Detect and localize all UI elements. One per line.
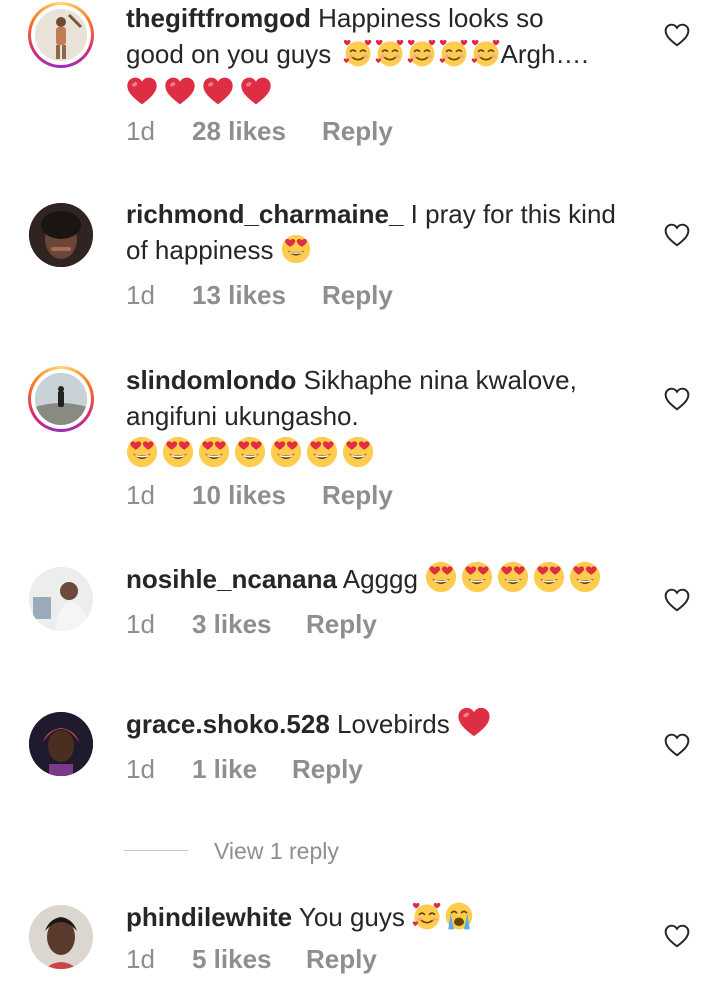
avatar[interactable] xyxy=(28,904,94,970)
like-heart-icon[interactable] xyxy=(664,924,690,948)
heart-eyes-emoji xyxy=(306,436,338,468)
smiling-hearts-emoji xyxy=(439,38,469,68)
comment-meta: 1d 1 like Reply xyxy=(126,754,363,785)
reply-button[interactable]: Reply xyxy=(306,609,377,640)
red-heart-emoji xyxy=(164,76,196,106)
red-heart-emoji xyxy=(202,76,234,106)
comment-text: Sikhaphe nina kwalove, xyxy=(303,365,577,395)
comment-body: phindilewhite You guys xyxy=(126,899,646,935)
crying-emoji xyxy=(444,901,474,931)
heart-eyes-emoji xyxy=(126,436,158,468)
like-heart-icon[interactable] xyxy=(664,23,690,47)
comment-time: 1d xyxy=(126,116,155,146)
comment-username[interactable]: grace.shoko.528 xyxy=(126,709,330,739)
avatar[interactable] xyxy=(28,2,94,68)
avatar[interactable] xyxy=(28,202,94,268)
like-heart-icon[interactable] xyxy=(664,588,690,612)
heart-eyes-emoji xyxy=(162,436,194,468)
smiling-hearts-emoji xyxy=(407,38,437,68)
comment-meta: 1d 5 likes Reply xyxy=(126,944,377,975)
heart-eyes-emoji xyxy=(533,561,565,593)
view-replies-label[interactable]: View 1 reply xyxy=(214,838,339,865)
comment-likes[interactable]: 5 likes xyxy=(192,944,306,975)
red-heart-emoji xyxy=(126,76,158,106)
comment-username[interactable]: nosihle_ncanana xyxy=(126,564,337,594)
comment-text: Happiness looks so xyxy=(318,3,544,33)
comment-body: grace.shoko.528 Lovebirds xyxy=(126,706,646,742)
comment-meta: 1d 28 likes Reply xyxy=(126,116,393,147)
comment-body: slindomlondo Sikhaphe nina kwalove, angi… xyxy=(126,362,646,472)
red-heart-emoji xyxy=(240,76,272,106)
comment-username[interactable]: slindomlondo xyxy=(126,365,296,395)
comment-username[interactable]: phindilewhite xyxy=(126,902,292,932)
heart-eyes-emoji xyxy=(569,561,601,593)
comment-username[interactable]: richmond_charmaine_ xyxy=(126,199,403,229)
comment-text: You guys xyxy=(298,902,405,932)
like-heart-icon[interactable] xyxy=(664,387,690,411)
reply-button[interactable]: Reply xyxy=(306,944,377,975)
comment-item: thegiftfromgod Happiness looks so good o… xyxy=(0,0,720,160)
comment-body: nosihle_ncanana Agggg xyxy=(126,561,646,597)
divider-line xyxy=(124,850,188,851)
comment-item: slindomlondo Sikhaphe nina kwalove, angi… xyxy=(0,362,720,522)
comment-body: thegiftfromgod Happiness looks so good o… xyxy=(126,0,646,110)
comment-item: grace.shoko.528 Lovebirds 1d 1 like Reply xyxy=(0,706,720,796)
comment-username[interactable]: thegiftfromgod xyxy=(126,3,311,33)
comment-meta: 1d 13 likes Reply xyxy=(126,280,393,311)
heart-eyes-emoji xyxy=(342,436,374,468)
reply-button[interactable]: Reply xyxy=(322,116,393,147)
comment-text: I pray for this kind xyxy=(410,199,616,229)
like-heart-icon[interactable] xyxy=(664,223,690,247)
red-heart-emoji xyxy=(457,706,491,738)
avatar[interactable] xyxy=(28,566,94,632)
comment-body: richmond_charmaine_ I pray for this kind… xyxy=(126,196,646,268)
comment-time: 1d xyxy=(126,944,155,974)
comment-time: 1d xyxy=(126,754,155,784)
avatar[interactable] xyxy=(28,711,94,777)
comment-likes[interactable]: 28 likes xyxy=(192,116,322,147)
comment-item: nosihle_ncanana Agggg 1d 3 likes Reply xyxy=(0,561,720,651)
comment-likes[interactable]: 13 likes xyxy=(192,280,322,311)
comment-text: of happiness xyxy=(126,235,274,265)
heart-eyes-emoji xyxy=(281,234,311,264)
reply-button[interactable]: Reply xyxy=(322,280,393,311)
comment-likes[interactable]: 10 likes xyxy=(192,480,322,511)
smiling-hearts-emoji xyxy=(375,38,405,68)
heart-eyes-emoji xyxy=(497,561,529,593)
comment-time: 1d xyxy=(126,609,155,639)
comment-text: Lovebirds xyxy=(337,709,450,739)
reply-button[interactable]: Reply xyxy=(292,754,363,785)
smiling-hearts-emoji xyxy=(471,38,501,68)
comment-time: 1d xyxy=(126,480,155,510)
heart-eyes-emoji xyxy=(198,436,230,468)
reply-button[interactable]: Reply xyxy=(322,480,393,511)
heart-eyes-emoji xyxy=(234,436,266,468)
avatar[interactable] xyxy=(28,366,94,432)
comment-text: good on you guys xyxy=(126,39,332,69)
heart-eyes-emoji xyxy=(425,561,457,593)
heart-eyes-emoji xyxy=(461,561,493,593)
comment-time: 1d xyxy=(126,280,155,310)
comment-text: Argh…. xyxy=(500,39,589,69)
smiling-hearts-emoji xyxy=(412,901,442,931)
comment-item: phindilewhite You guys 1d 5 likes Reply xyxy=(0,899,720,995)
heart-eyes-emoji xyxy=(270,436,302,468)
comment-item: richmond_charmaine_ I pray for this kind… xyxy=(0,196,720,316)
smiling-hearts-emoji xyxy=(343,38,373,68)
comment-meta: 1d 3 likes Reply xyxy=(126,609,377,640)
comment-likes[interactable]: 3 likes xyxy=(192,609,306,640)
comment-text: Agggg xyxy=(342,564,418,594)
comment-likes[interactable]: 1 like xyxy=(192,754,292,785)
comment-text: angifuni ukungasho. xyxy=(126,401,359,431)
comment-meta: 1d 10 likes Reply xyxy=(126,480,393,511)
like-heart-icon[interactable] xyxy=(664,733,690,757)
